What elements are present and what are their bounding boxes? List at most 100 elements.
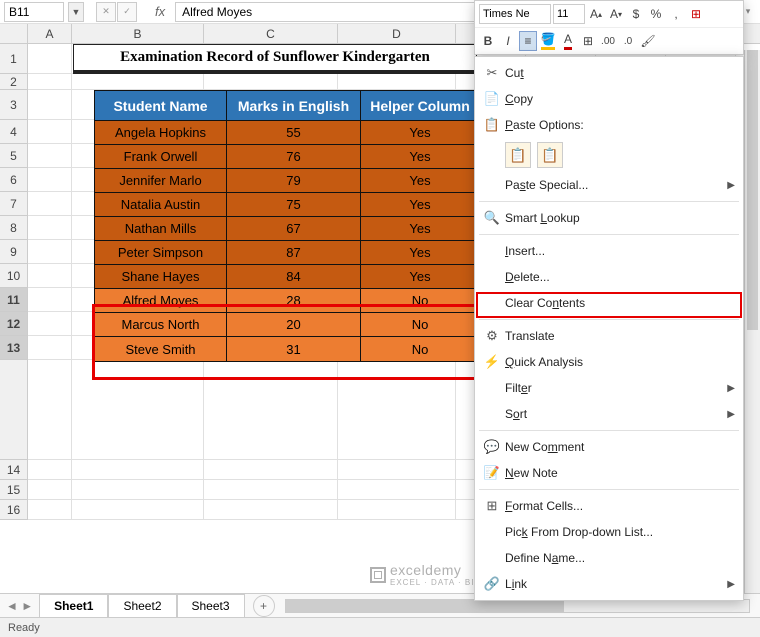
sheet-tab-sheet1[interactable]: Sheet1 xyxy=(39,594,108,619)
table-cell[interactable]: No xyxy=(361,289,479,312)
percent-icon[interactable]: % xyxy=(647,4,665,24)
table-cell[interactable]: Angela Hopkins xyxy=(95,121,227,144)
menu-item-quick-analysis[interactable]: ⚡Quick Analysis xyxy=(475,349,743,375)
table-cell[interactable]: Yes xyxy=(361,217,479,240)
table-cell[interactable]: Alfred Moyes xyxy=(95,289,227,312)
table-row[interactable]: Shane Hayes84Yes xyxy=(95,265,479,289)
paste-option-icon[interactable]: 📋 xyxy=(505,142,531,168)
menu-item-sort[interactable]: Sort▶ xyxy=(475,401,743,427)
menu-item-paste-options-[interactable]: 📋Paste Options: xyxy=(475,112,743,138)
bold-icon[interactable]: B xyxy=(479,31,497,51)
row-header-15[interactable]: 15 xyxy=(0,480,28,500)
add-sheet-button[interactable]: + xyxy=(253,595,275,617)
row-header-9[interactable]: 9 xyxy=(0,240,28,264)
fill-color-icon[interactable]: 🪣 xyxy=(539,31,557,51)
menu-item-define-name-[interactable]: Define Name... xyxy=(475,545,743,571)
table-row[interactable]: Frank Orwell76Yes xyxy=(95,145,479,169)
row-header-3[interactable]: 3 xyxy=(0,90,28,120)
table-cell[interactable]: Yes xyxy=(361,193,479,216)
format-painter-icon[interactable]: 🖌 xyxy=(639,31,657,51)
increase-font-icon[interactable]: A▴ xyxy=(587,4,605,24)
comma-icon[interactable]: , xyxy=(667,4,685,24)
row-header-[interactable] xyxy=(0,360,28,460)
menu-item-link[interactable]: 🔗Link▶ xyxy=(475,571,743,597)
paste-option-icon[interactable]: 📋 xyxy=(537,142,563,168)
row-header-16[interactable]: 16 xyxy=(0,500,28,520)
row-header-7[interactable]: 7 xyxy=(0,192,28,216)
table-cell[interactable]: 20 xyxy=(227,313,361,336)
table-cell[interactable]: Jennifer Marlo xyxy=(95,169,227,192)
menu-item-paste-special-[interactable]: Paste Special...▶ xyxy=(475,172,743,198)
table-cell[interactable]: 67 xyxy=(227,217,361,240)
table-cell[interactable]: Marcus North xyxy=(95,313,227,336)
table-cell[interactable]: Yes xyxy=(361,145,479,168)
menu-item-cut[interactable]: ✂Cut xyxy=(475,60,743,86)
increase-decimal-icon[interactable]: .00 xyxy=(599,31,617,51)
table-row[interactable]: Alfred Moyes28No xyxy=(95,289,479,313)
row-header-6[interactable]: 6 xyxy=(0,168,28,192)
row-header-5[interactable]: 5 xyxy=(0,144,28,168)
table-cell[interactable]: Yes xyxy=(361,169,479,192)
menu-item-copy[interactable]: 📄Copy xyxy=(475,86,743,112)
table-row[interactable]: Marcus North20No xyxy=(95,313,479,337)
table-cell[interactable]: No xyxy=(361,337,479,361)
table-cell[interactable]: 76 xyxy=(227,145,361,168)
row-header-12[interactable]: 12 xyxy=(0,312,28,336)
name-box[interactable]: B11 xyxy=(4,2,64,22)
menu-item-translate[interactable]: ⚙Translate xyxy=(475,323,743,349)
table-cell[interactable]: 87 xyxy=(227,241,361,264)
menu-item-new-note[interactable]: 📝New Note xyxy=(475,460,743,486)
sheet-tab-sheet2[interactable]: Sheet2 xyxy=(108,594,176,619)
menu-item-insert-[interactable]: Insert... xyxy=(475,238,743,264)
table-cell[interactable]: Yes xyxy=(361,265,479,288)
currency-icon[interactable]: $ xyxy=(627,4,645,24)
column-header-C[interactable]: C xyxy=(204,24,338,43)
menu-item-clear-contents[interactable]: Clear Contents xyxy=(475,290,743,316)
table-cell[interactable]: 79 xyxy=(227,169,361,192)
decrease-decimal-icon[interactable]: .0 xyxy=(619,31,637,51)
font-size-select[interactable] xyxy=(553,4,585,24)
table-row[interactable]: Natalia Austin75Yes xyxy=(95,193,479,217)
menu-item-pick-from-drop-down-list-[interactable]: Pick From Drop-down List... xyxy=(475,519,743,545)
table-row[interactable]: Steve Smith31No xyxy=(95,337,479,361)
table-cell[interactable]: Natalia Austin xyxy=(95,193,227,216)
select-all-corner[interactable] xyxy=(0,24,28,44)
vertical-scrollbar[interactable] xyxy=(744,50,760,593)
sheet-nav[interactable]: ◄ ► xyxy=(0,599,39,613)
menu-item-format-cells-[interactable]: ⊞Format Cells... xyxy=(475,493,743,519)
font-select[interactable] xyxy=(479,4,551,24)
table-cell[interactable]: Yes xyxy=(361,121,479,144)
table-row[interactable]: Angela Hopkins55Yes xyxy=(95,121,479,145)
align-icon[interactable]: ≡ xyxy=(519,31,537,51)
row-header-2[interactable]: 2 xyxy=(0,74,28,90)
row-header-13[interactable]: 13 xyxy=(0,336,28,360)
font-color-icon[interactable]: A xyxy=(559,31,577,51)
row-header-11[interactable]: 11 xyxy=(0,288,28,312)
menu-item-delete-[interactable]: Delete... xyxy=(475,264,743,290)
table-cell[interactable]: Peter Simpson xyxy=(95,241,227,264)
table-cell[interactable]: Nathan Mills xyxy=(95,217,227,240)
table-row[interactable]: Peter Simpson87Yes xyxy=(95,241,479,265)
table-cell[interactable]: Steve Smith xyxy=(95,337,227,361)
sheet-tab-sheet3[interactable]: Sheet3 xyxy=(177,594,245,619)
conditional-format-icon[interactable]: ⊞ xyxy=(687,4,705,24)
menu-item-smart-lookup[interactable]: 🔍Smart Lookup xyxy=(475,205,743,231)
column-header-D[interactable]: D xyxy=(338,24,456,43)
table-cell[interactable]: No xyxy=(361,313,479,336)
table-cell[interactable]: Yes xyxy=(361,241,479,264)
border-icon[interactable]: ⊞ xyxy=(579,31,597,51)
table-cell[interactable]: Frank Orwell xyxy=(95,145,227,168)
row-header-1[interactable]: 1 xyxy=(0,44,28,74)
table-cell[interactable]: 75 xyxy=(227,193,361,216)
row-header-10[interactable]: 10 xyxy=(0,264,28,288)
name-box-dropdown[interactable]: ▼ xyxy=(68,2,84,22)
italic-icon[interactable]: I xyxy=(499,31,517,51)
column-header-B[interactable]: B xyxy=(72,24,204,43)
row-header-8[interactable]: 8 xyxy=(0,216,28,240)
fx-label[interactable]: fx xyxy=(155,4,165,19)
menu-item-filter[interactable]: Filter▶ xyxy=(475,375,743,401)
table-cell[interactable]: 31 xyxy=(227,337,361,361)
table-row[interactable]: Jennifer Marlo79Yes xyxy=(95,169,479,193)
table-cell[interactable]: 28 xyxy=(227,289,361,312)
table-cell[interactable]: 84 xyxy=(227,265,361,288)
